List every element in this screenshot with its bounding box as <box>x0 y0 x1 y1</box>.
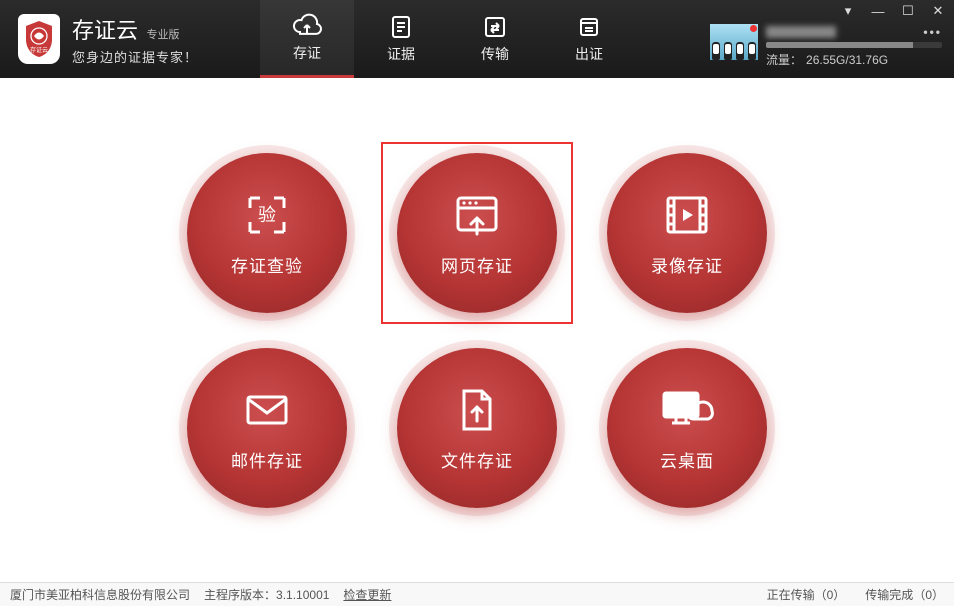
browser-upload-icon <box>450 188 504 242</box>
uploading-status[interactable]: 正在传输（0） <box>767 586 846 603</box>
done-status[interactable]: 传输完成（0） <box>865 586 944 603</box>
video-button-wrap: 录像存证 <box>593 144 781 322</box>
traffic-progress <box>766 42 942 48</box>
film-icon <box>660 188 714 242</box>
nav-issue[interactable]: 出证 <box>542 0 636 78</box>
dropdown-button[interactable]: ▾ <box>838 2 858 20</box>
cloud-upload-icon <box>291 13 323 39</box>
cloud-desktop-icon <box>658 383 716 437</box>
window-controls: ▾ — ☐ ✕ <box>838 2 948 20</box>
user-menu-button[interactable]: ••• <box>923 24 942 40</box>
traffic-value: 26.55G/31.76G <box>806 52 888 68</box>
button-label: 录像存证 <box>651 252 723 277</box>
header: ▾ — ☐ ✕ 存证云 存证云 专业版 您身边的证据专家！ <box>0 0 954 78</box>
app-tagline: 您身边的证据专家！ <box>72 47 198 66</box>
svg-text:验: 验 <box>258 205 276 225</box>
file-button[interactable]: 文件存证 <box>397 348 557 508</box>
nav-save[interactable]: 存证 <box>260 0 354 78</box>
button-grid: 验 存证查验 网页存证 <box>162 143 792 518</box>
nav-evidence[interactable]: 证据 <box>354 0 448 78</box>
transfer-icon <box>481 14 509 40</box>
logo-shield-icon: 存证云 <box>18 14 60 64</box>
avatar[interactable] <box>710 24 758 60</box>
version-info: 主程序版本：3.1.10001 <box>204 586 329 603</box>
user-info: ••• 流量： 26.55G/31.76G <box>766 24 942 68</box>
nav: 存证 证据 传输 <box>260 0 636 78</box>
cloud-desktop-button[interactable]: 云桌面 <box>607 348 767 508</box>
logo-area: 存证云 存证云 专业版 您身边的证据专家！ <box>0 13 260 66</box>
verify-button[interactable]: 验 存证查验 <box>187 153 347 313</box>
app-edition: 专业版 <box>146 29 179 41</box>
traffic-label: 流量： <box>766 52 802 68</box>
mail-button-wrap: 邮件存证 <box>173 339 361 517</box>
verify-button-wrap: 验 存证查验 <box>173 144 361 322</box>
button-label: 云桌面 <box>660 447 714 472</box>
app-title: 存证云 <box>72 13 138 45</box>
web-button-wrap: 网页存证 <box>383 144 571 322</box>
web-button[interactable]: 网页存证 <box>397 153 557 313</box>
document-icon <box>387 14 415 40</box>
certificate-icon <box>575 14 603 40</box>
logo-text: 存证云 专业版 您身边的证据专家！ <box>72 13 198 66</box>
footer: 厦门市美亚柏科信息股份有限公司 主程序版本：3.1.10001 检查更新 正在传… <box>0 582 954 606</box>
check-update-link[interactable]: 检查更新 <box>343 586 391 603</box>
nav-transfer[interactable]: 传输 <box>448 0 542 78</box>
nav-label: 证据 <box>387 44 415 64</box>
button-label: 文件存证 <box>441 447 513 472</box>
user-name <box>766 26 836 38</box>
button-label: 存证查验 <box>231 252 303 277</box>
nav-label: 存证 <box>293 43 321 63</box>
video-button[interactable]: 录像存证 <box>607 153 767 313</box>
user-area: ••• 流量： 26.55G/31.76G <box>710 24 942 68</box>
maximize-button[interactable]: ☐ <box>898 2 918 20</box>
main-area: 验 存证查验 网页存证 <box>0 78 954 582</box>
company-name: 厦门市美亚柏科信息股份有限公司 <box>10 586 190 603</box>
notification-dot-icon <box>750 25 757 32</box>
file-button-wrap: 文件存证 <box>383 339 571 517</box>
button-label: 网页存证 <box>441 252 513 277</box>
nav-label: 传输 <box>481 44 509 64</box>
file-upload-icon <box>450 383 504 437</box>
verify-icon: 验 <box>240 188 294 242</box>
mail-button[interactable]: 邮件存证 <box>187 348 347 508</box>
cloud-button-wrap: 云桌面 <box>593 339 781 517</box>
button-label: 邮件存证 <box>231 447 303 472</box>
close-button[interactable]: ✕ <box>928 2 948 20</box>
mail-icon <box>240 383 294 437</box>
nav-label: 出证 <box>575 44 603 64</box>
svg-text:存证云: 存证云 <box>30 46 48 54</box>
minimize-button[interactable]: — <box>868 2 888 20</box>
